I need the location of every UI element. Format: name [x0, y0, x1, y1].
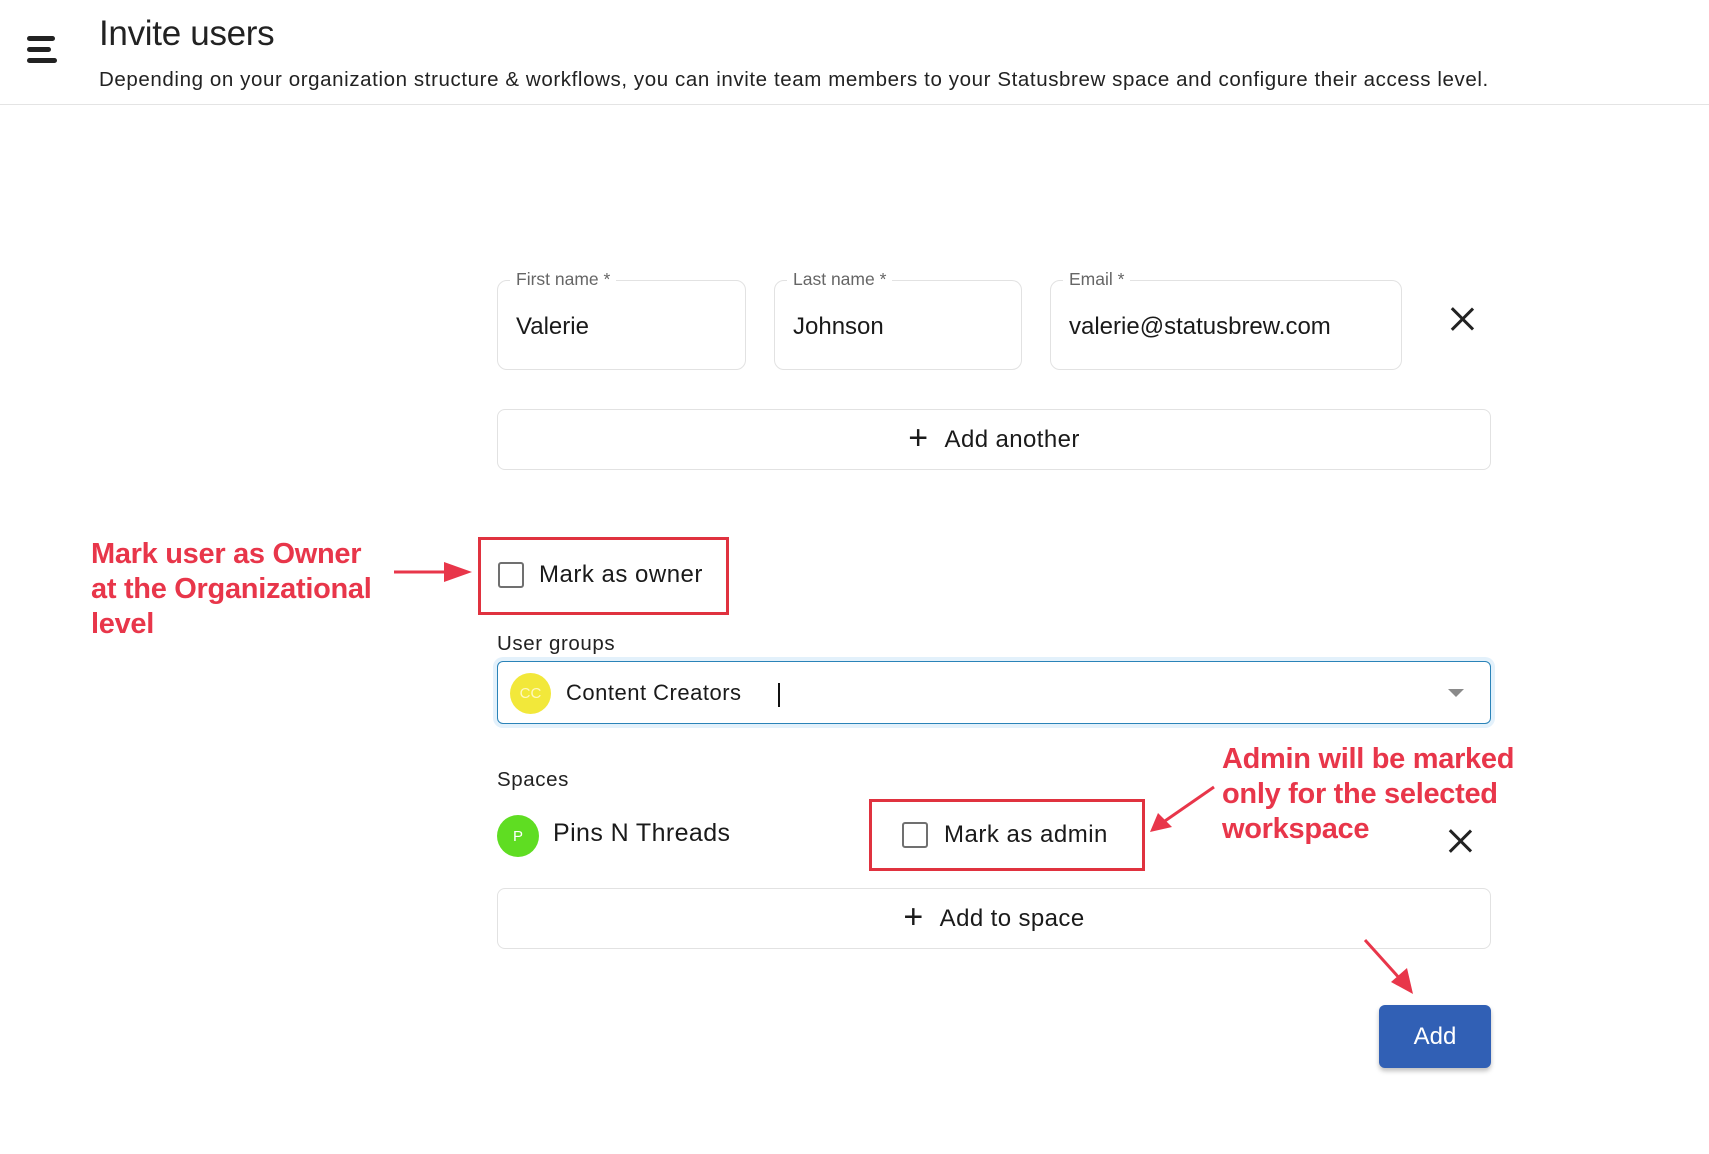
page-subtitle: Depending on your organization structure… [99, 68, 1489, 91]
email-field[interactable]: Email * [1050, 269, 1402, 370]
group-avatar: CC [510, 673, 551, 714]
first-name-label: First name * [510, 269, 617, 290]
last-name-field[interactable]: Last name * [774, 269, 1022, 370]
add-another-button[interactable]: + Add another [497, 409, 1491, 470]
space-name: Pins N Threads [553, 819, 731, 847]
menu-icon-bar [27, 47, 51, 52]
menu-icon[interactable] [27, 36, 59, 66]
owner-annotation-line: at the Organizational [91, 573, 372, 605]
admin-annotation-line: Admin will be marked [1222, 743, 1515, 775]
email-label: Email * [1063, 269, 1131, 290]
admin-annotation-arrow-icon [1150, 785, 1215, 832]
add-to-space-button[interactable]: + Add to space [497, 888, 1491, 949]
group-chip-label[interactable]: Content Creators [566, 680, 742, 706]
chevron-down-icon[interactable] [1448, 689, 1464, 697]
mark-as-admin-label[interactable]: Mark as admin [944, 821, 1108, 849]
text-cursor [778, 683, 780, 707]
user-groups-select[interactable]: CC Content Creators [497, 661, 1491, 724]
first-name-field[interactable]: First name * [497, 269, 746, 370]
plus-icon: + [903, 897, 924, 936]
last-name-label: Last name * [787, 269, 893, 290]
space-avatar: P [497, 815, 539, 857]
admin-annotation-line: only for the selected [1222, 778, 1498, 810]
owner-annotation: Mark user as Owner at the Organizational… [91, 537, 372, 642]
plus-icon: + [908, 418, 929, 457]
owner-annotation-arrow-icon [394, 562, 472, 582]
remove-space-close-icon[interactable] [1445, 826, 1475, 856]
page-title: Invite users [99, 14, 275, 53]
add-submit-button[interactable]: Add [1379, 1005, 1491, 1068]
submit-annotation-arrow-icon [1363, 938, 1413, 994]
add-another-label: Add another [944, 425, 1080, 453]
owner-annotation-line: Mark user as Owner [91, 538, 362, 570]
user-groups-label: User groups [497, 632, 616, 655]
mark-as-owner-label[interactable]: Mark as owner [539, 561, 703, 589]
owner-annotation-line: level [91, 608, 154, 640]
menu-icon-bar [27, 36, 55, 41]
mark-as-owner-checkbox[interactable] [498, 562, 524, 588]
add-to-space-label: Add to space [939, 904, 1085, 932]
mark-as-admin-checkbox[interactable] [902, 822, 928, 848]
last-name-input[interactable] [793, 313, 1009, 341]
page-header: Invite users Depending on your organizat… [0, 0, 1709, 105]
menu-icon-bar [27, 58, 57, 63]
spaces-label: Spaces [497, 768, 569, 791]
remove-invitee-close-icon[interactable] [1447, 304, 1477, 334]
first-name-input[interactable] [516, 313, 733, 341]
email-input[interactable] [1069, 313, 1389, 341]
